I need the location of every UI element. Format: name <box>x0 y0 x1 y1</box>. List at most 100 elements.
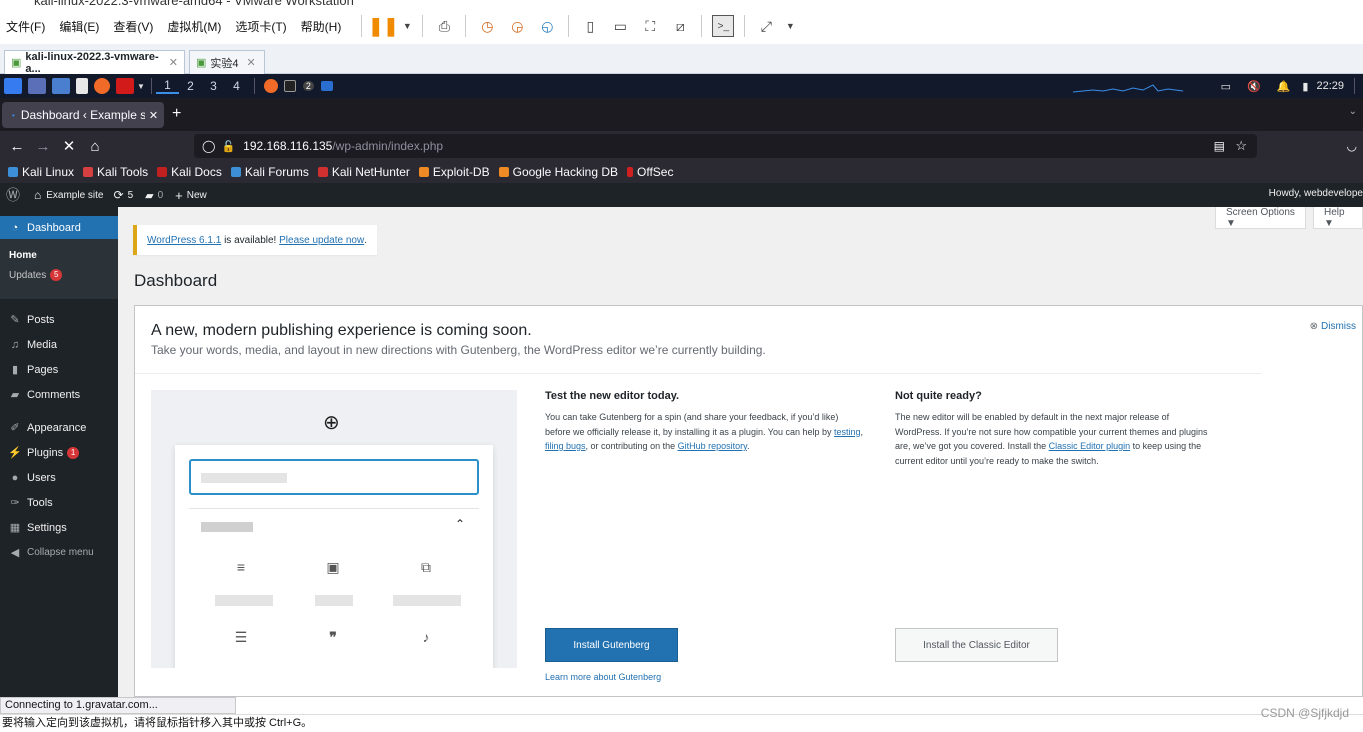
send-keys-icon[interactable]: ⎙ <box>433 15 455 37</box>
dismiss-button[interactable]: ⊗ Dismiss <box>1310 321 1356 332</box>
bookmark-kali-docs[interactable]: Kali Docs <box>157 165 222 179</box>
window-icon[interactable]: ▭ <box>1221 80 1231 93</box>
paragraph-icon: ≡ <box>236 559 246 575</box>
menu-edit[interactable]: 编辑(E) <box>59 18 99 35</box>
chevron-down-icon[interactable]: ▼ <box>137 82 145 91</box>
update-now-link[interactable]: Please update now <box>279 235 364 246</box>
page-title: Dashboard <box>134 271 218 290</box>
thumbnail-view-icon[interactable]: ▭ <box>609 15 631 37</box>
browser-tab-title: Dashboard ‹ Example site <box>20 108 145 122</box>
back-button[interactable]: ← <box>4 138 30 155</box>
folder-icon[interactable] <box>52 78 70 94</box>
close-icon[interactable]: ✕ <box>169 56 178 69</box>
snapshot-icon[interactable]: ◷ <box>476 15 498 37</box>
testing-link[interactable]: testing <box>834 427 861 437</box>
battery-icon[interactable]: ▮ <box>1302 80 1308 93</box>
bookmark-star-icon[interactable]: ☆ <box>1235 138 1247 154</box>
new-tab-button[interactable]: + <box>172 105 181 123</box>
sidebar-item-posts[interactable]: ✎ Posts <box>0 307 118 332</box>
insecure-lock-icon[interactable]: 🔓 <box>221 140 235 153</box>
stop-button[interactable]: ✕ <box>56 137 82 155</box>
sidebar-item-pages[interactable]: ▮ Pages <box>0 357 118 382</box>
revert-snapshot-icon[interactable]: ◶ <box>506 15 528 37</box>
terminal-icon[interactable] <box>116 78 134 94</box>
bell-icon[interactable]: 🔔 <box>1277 80 1291 93</box>
home-button[interactable]: ⌂ <box>82 138 108 155</box>
firefox-window-icon[interactable] <box>263 79 278 93</box>
github-link[interactable]: GitHub repository <box>678 441 747 451</box>
workspace-1[interactable]: 1 <box>155 78 179 94</box>
site-name-link[interactable]: ⌂ Example site <box>34 188 104 202</box>
submenu-updates[interactable]: Updates 5 <box>0 266 118 286</box>
wordpress-version-link[interactable]: WordPress 6.1.1 <box>147 235 221 246</box>
sidebar-item-media[interactable]: ♫ Media <box>0 332 118 357</box>
chevron-down-icon[interactable]: ▼ <box>785 15 795 37</box>
forward-button[interactable]: → <box>30 138 56 155</box>
menu-help[interactable]: 帮助(H) <box>301 18 342 35</box>
submenu-home[interactable]: Home <box>0 246 118 266</box>
bookmark-kali-tools[interactable]: Kali Tools <box>83 165 148 179</box>
browser-tab[interactable]: • Dashboard ‹ Example site ✕ <box>2 102 164 128</box>
shark-icon[interactable] <box>320 81 333 91</box>
desktop-icon[interactable] <box>28 78 46 94</box>
close-icon[interactable]: ✕ <box>247 56 256 69</box>
menu-view[interactable]: 查看(V) <box>113 18 153 35</box>
sidebar-item-comments[interactable]: ▰ Comments <box>0 382 118 407</box>
firefox-icon[interactable] <box>94 78 110 94</box>
tab-lab4[interactable]: ▣ 实验4 ✕ <box>189 50 265 74</box>
sidebar-item-dashboard[interactable]: ◔ Dashboard <box>0 216 118 239</box>
unity-icon[interactable]: ⧄ <box>669 15 691 37</box>
console-icon[interactable]: >_ <box>712 15 735 37</box>
filing-bugs-link[interactable]: filing bugs <box>545 441 586 451</box>
comments-link[interactable]: ▰ 0 <box>145 189 163 202</box>
bookmark-offsec[interactable]: OffSec <box>627 165 673 179</box>
classic-editor-link[interactable]: Classic Editor plugin <box>1049 441 1131 451</box>
menu-file[interactable]: 文件(F) <box>6 18 45 35</box>
terminal-window-icon[interactable] <box>283 80 296 92</box>
browser-status: Connecting to 1.gravatar.com... <box>0 697 236 714</box>
wordpress-logo-icon[interactable]: Ⓦ <box>6 185 20 205</box>
pocket-icon[interactable]: ◡ <box>1347 139 1357 153</box>
snapshot-manager-icon[interactable]: ◵ <box>536 15 558 37</box>
bookmark-kali-linux[interactable]: Kali Linux <box>8 165 74 179</box>
chevron-down-icon[interactable]: ▼ <box>402 15 412 37</box>
tab-list-icon[interactable]: ⌄ <box>1349 106 1357 117</box>
bookmark-kali-nethunter[interactable]: Kali NetHunter <box>317 165 410 179</box>
learn-more-link[interactable]: Learn more about Gutenberg <box>545 672 661 682</box>
screen-options-button[interactable]: Screen Options ▼ <box>1215 207 1306 229</box>
sidebar-item-appearance[interactable]: ✐ Appearance <box>0 415 118 440</box>
url-bar[interactable]: ◯ 🔓 192.168.116.135 /wp-admin/index.php … <box>194 134 1257 158</box>
menu-vm[interactable]: 虚拟机(M) <box>167 18 221 35</box>
sidebar-item-settings[interactable]: ▦ Settings <box>0 515 118 540</box>
new-content-link[interactable]: + New <box>175 188 207 203</box>
sidebar-collapse[interactable]: ◀ Collapse menu <box>0 540 118 565</box>
menu-tabs[interactable]: 选项卡(T) <box>235 18 286 35</box>
workspace-4[interactable]: 4 <box>225 79 248 93</box>
text-editor-icon[interactable] <box>76 78 88 94</box>
library-view-icon[interactable]: ▯ <box>579 15 601 37</box>
updates-link[interactable]: ⟳ 5 <box>114 188 134 202</box>
bookmark-kali-forums[interactable]: Kali Forums <box>230 165 309 179</box>
sidebar-item-plugins[interactable]: ⚡ Plugins 1 <box>0 440 118 465</box>
pause-icon[interactable]: ❚❚ <box>368 15 398 37</box>
howdy-user[interactable]: Howdy, webdevelope <box>1269 188 1363 199</box>
vmware-titlebar: kali-linux-2022.3-vmware-amd64 - VMware … <box>0 0 1363 8</box>
help-button[interactable]: Help ▼ <box>1313 207 1363 229</box>
kali-menu-icon[interactable] <box>4 78 22 94</box>
mute-icon[interactable]: 🔇 <box>1247 80 1261 93</box>
sidebar-item-users[interactable]: ● Users <box>0 465 118 490</box>
stretch-icon[interactable]: ⤢ <box>755 15 777 37</box>
bookmark-exploit-db[interactable]: Exploit-DB <box>418 165 490 179</box>
bookmark-ghdb[interactable]: Google Hacking DB <box>498 165 618 179</box>
install-gutenberg-button[interactable]: Install Gutenberg <box>545 628 678 662</box>
reader-view-icon[interactable]: ▤ <box>1214 139 1225 153</box>
sidebar-item-tools[interactable]: ✑ Tools <box>0 490 118 515</box>
close-icon[interactable]: ✕ <box>149 109 158 122</box>
workspace-2[interactable]: 2 <box>179 79 202 93</box>
fullscreen-icon[interactable]: ⛶ <box>639 15 661 37</box>
tab-kali[interactable]: ▣ kali-linux-2022.3-vmware-a... ✕ <box>4 50 185 75</box>
shield-icon[interactable]: ◯ <box>202 139 215 153</box>
install-classic-editor-button[interactable]: Install the Classic Editor <box>895 628 1058 662</box>
workspace-3[interactable]: 3 <box>202 79 225 93</box>
